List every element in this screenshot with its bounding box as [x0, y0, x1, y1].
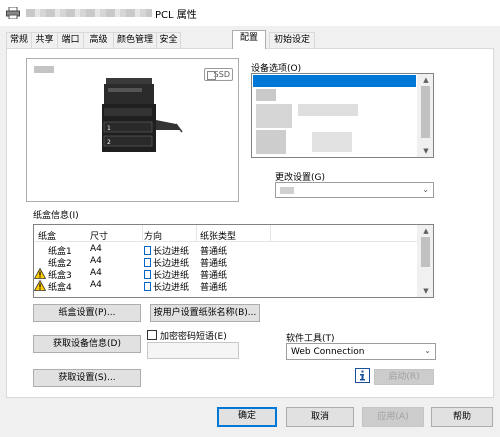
printer-icon: 1 2: [102, 78, 183, 152]
encrypt-passphrase-input[interactable]: [147, 342, 239, 359]
header-divider: [34, 241, 418, 242]
change-settings-select[interactable]: ⌄: [275, 182, 434, 198]
tray-name: 纸盒4: [48, 283, 72, 293]
tab-sharing[interactable]: 共享: [31, 32, 58, 48]
scroll-down-icon[interactable]: ▼: [418, 147, 434, 155]
ok-button[interactable]: 确定: [217, 407, 277, 427]
column-divider: [270, 225, 271, 241]
orientation-icon: [144, 282, 151, 291]
table-header: 纸盒 尺寸 方向 纸张类型: [34, 229, 433, 242]
scroll-up-icon[interactable]: ▲: [418, 76, 434, 84]
chevron-down-icon: ⌄: [424, 346, 431, 355]
get-settings-button[interactable]: 获取设置(S)...: [33, 369, 141, 387]
tab-security[interactable]: 安全: [156, 32, 181, 48]
tray-settings-button[interactable]: 纸盒设置(P)...: [33, 304, 141, 322]
orientation-icon: [144, 258, 151, 267]
get-device-info-button[interactable]: 获取设备信息(D): [33, 335, 141, 353]
tab-color-management[interactable]: 颜色管理: [113, 32, 157, 48]
tab-advanced[interactable]: 高级: [83, 32, 114, 48]
table-row[interactable]: 纸盒4 A4 长边进纸 普通纸: [34, 280, 433, 293]
column-divider: [142, 225, 143, 241]
orientation-icon: [144, 270, 151, 279]
scroll-thumb[interactable]: [421, 237, 430, 267]
warning-icon: [34, 268, 46, 279]
orientation-icon: [144, 246, 151, 255]
table-row[interactable]: 纸盒3 A4 长边进纸 普通纸: [34, 268, 433, 281]
table-row[interactable]: 纸盒2 A4 长边进纸 普通纸: [34, 256, 433, 269]
tray-size: A4: [90, 244, 102, 254]
preview-model-name: [34, 66, 54, 73]
tray-direction: 长边进纸: [153, 283, 190, 293]
warning-icon: [34, 280, 46, 291]
launch-button[interactable]: 启动(R): [374, 369, 434, 385]
tray-paper-type: 普通纸: [200, 283, 228, 293]
tray-info-table[interactable]: 纸盒 尺寸 方向 纸张类型 纸盒1 A4 长边进纸 普通纸 纸盒2 A4 长边进…: [33, 224, 434, 298]
scroll-down-icon[interactable]: ▼: [418, 287, 434, 295]
encrypt-passphrase-checkbox[interactable]: [147, 330, 157, 340]
ssd-icon: SSD: [204, 68, 233, 81]
printer-icon: [6, 7, 20, 19]
apply-button[interactable]: 应用(A): [362, 407, 424, 427]
svg-text:1: 1: [107, 125, 111, 132]
help-button[interactable]: 帮助: [431, 407, 493, 427]
list-item-blurred: [256, 89, 276, 101]
device-options-list[interactable]: ▲ ▼: [251, 73, 434, 158]
tab-initial-settings[interactable]: 初始设定: [269, 32, 315, 48]
list-item-blurred: [256, 104, 292, 128]
software-tool-value: Web Connection: [291, 347, 365, 357]
list-item-blurred: [256, 130, 286, 154]
tray-info-label: 纸盒信息(I): [33, 211, 79, 221]
tray-table-scrollbar[interactable]: ▲ ▼: [417, 225, 433, 297]
cancel-button[interactable]: 取消: [286, 407, 354, 427]
change-settings-value: [280, 187, 294, 194]
device-options-scrollbar[interactable]: ▲ ▼: [417, 74, 433, 157]
window-title: PCL 属性: [155, 10, 197, 21]
info-icon: [355, 368, 370, 383]
list-item-selected[interactable]: [253, 75, 416, 87]
svg-text:2: 2: [107, 139, 111, 146]
tray-size: A4: [90, 268, 102, 278]
scroll-up-icon[interactable]: ▲: [418, 227, 434, 235]
software-tool-select[interactable]: Web Connection ⌄: [286, 343, 436, 360]
tab-general[interactable]: 常规: [6, 32, 32, 48]
scroll-thumb[interactable]: [421, 86, 430, 138]
list-item-blurred: [312, 132, 352, 152]
list-item-blurred: [298, 104, 358, 116]
tray-size: A4: [90, 256, 102, 266]
encrypt-passphrase-label: 加密密码短语(E): [160, 332, 227, 342]
tab-configuration[interactable]: 配置: [232, 30, 266, 49]
table-row[interactable]: 纸盒1 A4 长边进纸 普通纸: [34, 244, 433, 257]
column-divider: [196, 225, 197, 241]
chevron-down-icon: ⌄: [422, 185, 429, 194]
user-paper-name-button[interactable]: 按用户设置纸张名称(B)...: [150, 304, 260, 322]
title-printer-name: [26, 9, 152, 17]
tab-ports[interactable]: 端口: [57, 32, 84, 48]
tray-size: A4: [90, 280, 102, 290]
